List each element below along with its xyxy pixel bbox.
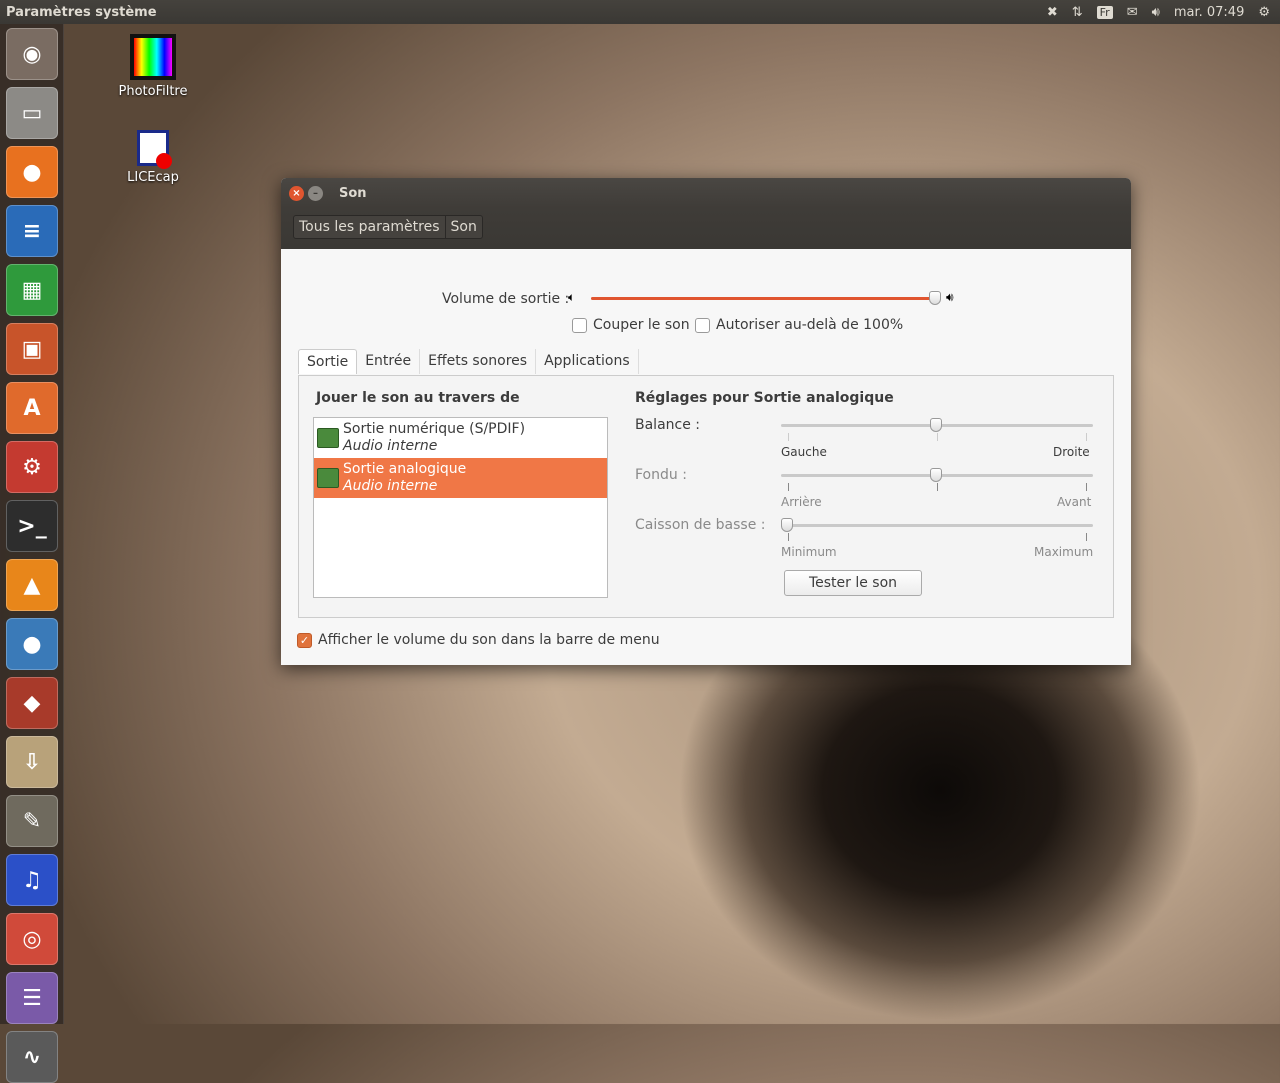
sound-card-icon xyxy=(317,468,339,488)
devices-heading: Jouer le son au travers de xyxy=(316,390,520,406)
volume-fill xyxy=(591,297,935,300)
close-icon[interactable]: × xyxy=(289,185,304,201)
launcher-writer-icon[interactable]: ≡ xyxy=(6,205,58,257)
subwoofer-track[interactable] xyxy=(781,524,1093,527)
overamplify-label: Autoriser au-delà de 100% xyxy=(716,317,904,333)
launcher-archive-installer-icon[interactable]: ⇩ xyxy=(6,736,58,788)
minimize-icon[interactable]: – xyxy=(308,185,323,201)
launcher-terminal-icon[interactable]: >_ xyxy=(6,500,58,552)
slider-tick xyxy=(788,533,789,541)
mute-label: Couper le son xyxy=(593,317,690,333)
output-panel: Jouer le son au travers de Sortie numéri… xyxy=(298,375,1114,618)
launcher-files-icon[interactable]: ▭ xyxy=(6,87,58,139)
launcher-chrome-icon[interactable]: ◎ xyxy=(6,913,58,965)
mute-checkbox-box[interactable] xyxy=(572,317,587,333)
sound-settings-window: × – Son Tous les paramètres Son Volume d… xyxy=(281,178,1131,665)
device-item-analog[interactable]: Sortie analogique Audio interne xyxy=(314,458,607,498)
show-volume-label: Afficher le volume du son dans la barre … xyxy=(318,632,660,648)
top-panel: Paramètres système ✖ ⇅ Fr ✉ 🔊︎ mar. 07:4… xyxy=(0,0,1280,24)
balance-slider-thumb[interactable] xyxy=(930,418,942,432)
tab-input[interactable]: Entrée xyxy=(357,349,421,374)
launcher-audacity-icon[interactable]: ♫ xyxy=(6,854,58,906)
launcher-system-settings-icon[interactable]: ⚙ xyxy=(6,441,58,493)
overamplify-checkbox[interactable]: Autoriser au-delà de 100% xyxy=(695,317,903,333)
launcher: ◉ ▭ ● ≡ ▦ ▣ A ⚙ >_ ▲ ● ◆ ⇩ ✎ ♫ ◎ ☰ ∿ xyxy=(0,24,64,1083)
toolbar: Tous les paramètres Son xyxy=(281,208,1131,249)
mute-checkbox[interactable]: Couper le son xyxy=(572,317,690,333)
tab-bar: Sortie Entrée Effets sonores Application… xyxy=(298,349,639,374)
launcher-calc-icon[interactable]: ▦ xyxy=(6,264,58,316)
desktop-icon-label: LICEcap xyxy=(127,170,179,185)
output-device-list: Sortie numérique (S/PDIF) Audio interne S… xyxy=(313,417,608,598)
balance-min-label: Gauche xyxy=(781,445,827,459)
show-volume-checkbox-box[interactable]: ✓ xyxy=(297,632,312,648)
launcher-ubuntu-dash-icon[interactable]: ◉ xyxy=(6,28,58,80)
slider-tick xyxy=(788,433,789,441)
test-sound-button[interactable]: Tester le son xyxy=(784,570,922,596)
app-title: Paramètres système xyxy=(6,4,157,20)
volume-low-icon: 🔈︎ xyxy=(568,290,576,304)
photofiltre-icon xyxy=(130,34,176,80)
balance-label: Balance : xyxy=(635,417,701,433)
settings-heading: Réglages pour Sortie analogique xyxy=(635,390,894,406)
licecap-icon xyxy=(137,130,172,169)
window-title: Son xyxy=(339,185,367,201)
subwoofer-slider-thumb[interactable] xyxy=(781,518,793,532)
launcher-penguin-app-icon[interactable]: ● xyxy=(6,618,58,670)
launcher-firefox-icon[interactable]: ● xyxy=(6,146,58,198)
desktop-icon-licecap[interactable]: LICEcap xyxy=(108,130,198,185)
breadcrumb: Tous les paramètres Son xyxy=(293,215,483,239)
breadcrumb-sound[interactable]: Son xyxy=(444,216,482,238)
keyboard-layout-indicator[interactable]: Fr xyxy=(1096,5,1113,19)
sound-card-icon xyxy=(317,428,339,448)
slider-tick xyxy=(1086,483,1087,491)
volume-label: Volume de sortie : xyxy=(442,291,570,307)
tab-output[interactable]: Sortie xyxy=(298,349,358,374)
subwoofer-max-label: Maximum xyxy=(1034,545,1094,559)
launcher-software-center-icon[interactable]: A xyxy=(6,382,58,434)
launcher-vlc-icon[interactable]: ▲ xyxy=(6,559,58,611)
volume-slider-thumb[interactable] xyxy=(929,291,941,305)
device-item-spdif[interactable]: Sortie numérique (S/PDIF) Audio interne xyxy=(314,418,607,458)
device-sub: Audio interne xyxy=(343,478,438,494)
mail-icon[interactable]: ✉ xyxy=(1127,5,1138,20)
device-name: Sortie analogique xyxy=(343,461,467,477)
network-icon[interactable]: ⇅ xyxy=(1072,5,1083,20)
slider-tick xyxy=(1086,533,1087,541)
launcher-gimp-icon[interactable]: ✎ xyxy=(6,795,58,847)
overamplify-checkbox-box[interactable] xyxy=(695,317,710,333)
show-volume-checkbox[interactable]: ✓ Afficher le volume du son dans la barre… xyxy=(297,632,660,648)
launcher-system-monitor-icon[interactable]: ∿ xyxy=(6,1031,58,1083)
device-sub: Audio interne xyxy=(343,438,438,454)
dropbox-icon[interactable]: ✖ xyxy=(1047,5,1058,20)
desktop-icon-photofiltre[interactable]: PhotoFiltre xyxy=(108,34,198,99)
slider-tick xyxy=(937,433,938,441)
balance-max-label: Droite xyxy=(1053,445,1090,459)
volume-icon[interactable]: 🔊︎ xyxy=(1152,5,1160,20)
fade-max-label: Avant xyxy=(1057,495,1092,509)
window-titlebar: × – Son xyxy=(281,178,1131,208)
content: Volume de sortie : 🔈︎ 🔊︎ Couper le son A… xyxy=(281,249,1131,665)
breadcrumb-all-settings[interactable]: Tous les paramètres xyxy=(294,216,445,238)
launcher-stacks-icon[interactable]: ☰ xyxy=(6,972,58,1024)
fade-slider-thumb[interactable] xyxy=(930,468,942,482)
desktop-icon-label: PhotoFiltre xyxy=(118,84,188,99)
clock[interactable]: mar. 07:49 xyxy=(1174,5,1245,20)
tab-applications[interactable]: Applications xyxy=(536,349,639,374)
launcher-kart-game-icon[interactable]: ◆ xyxy=(6,677,58,729)
volume-slider[interactable] xyxy=(591,297,935,300)
fade-label: Fondu : xyxy=(635,467,687,483)
tab-sound-effects[interactable]: Effets sonores xyxy=(420,349,537,374)
launcher-impress-icon[interactable]: ▣ xyxy=(6,323,58,375)
subwoofer-label: Caisson de basse : xyxy=(635,517,766,533)
volume-high-icon: 🔊︎ xyxy=(946,290,954,304)
slider-tick xyxy=(788,483,789,491)
power-gear-icon[interactable]: ⚙ xyxy=(1258,5,1270,20)
fade-min-label: Arrière xyxy=(781,495,822,509)
slider-tick xyxy=(1086,433,1087,441)
slider-tick xyxy=(937,483,938,491)
device-name: Sortie numérique (S/PDIF) xyxy=(343,421,526,437)
subwoofer-min-label: Minimum xyxy=(781,545,837,559)
